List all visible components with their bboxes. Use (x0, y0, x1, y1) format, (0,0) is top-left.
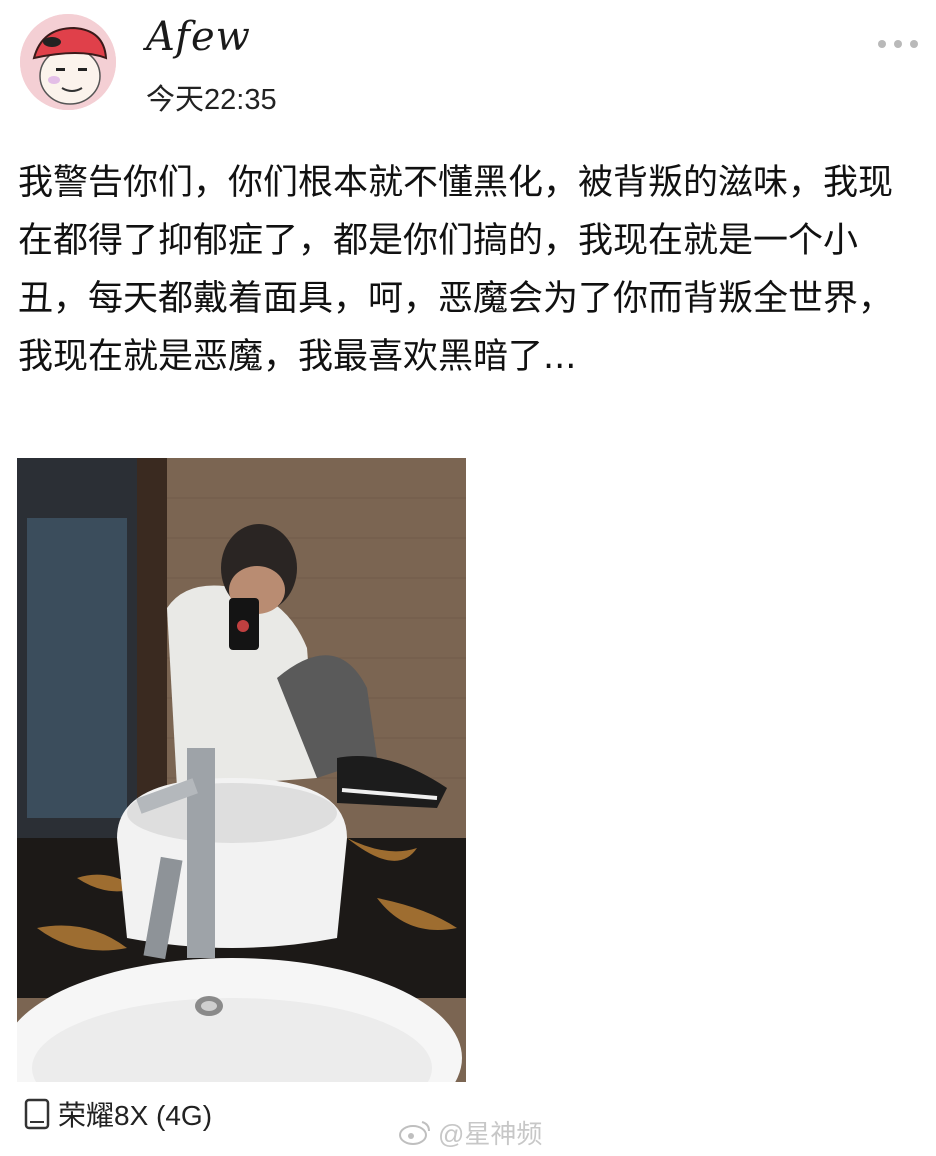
post-time: 今天22:35 (146, 84, 277, 116)
weibo-logo-icon (399, 1121, 430, 1145)
device-info: 荣耀8X (4G) (24, 1094, 212, 1134)
watermark-text: @星神频 (438, 1118, 543, 1149)
post-text: 我警告你们，你们根本就不懂黑化，被背叛的滋味，我现在都得了抑郁症了，都是你们搞的… (18, 163, 894, 377)
cartoon-face-avatar-icon (20, 14, 116, 110)
user-avatar[interactable] (20, 14, 116, 110)
post-header: Afew 今天22:35 (0, 0, 936, 120)
post-photo[interactable] (17, 458, 466, 1082)
username[interactable]: Afew (146, 14, 251, 60)
watermark: @星神频 (398, 1112, 542, 1152)
more-dots-icon[interactable] (878, 34, 918, 54)
photo-illustration (17, 458, 466, 1082)
device-label: 荣耀8X (4G) (58, 1100, 213, 1131)
phone-icon (24, 1098, 50, 1130)
